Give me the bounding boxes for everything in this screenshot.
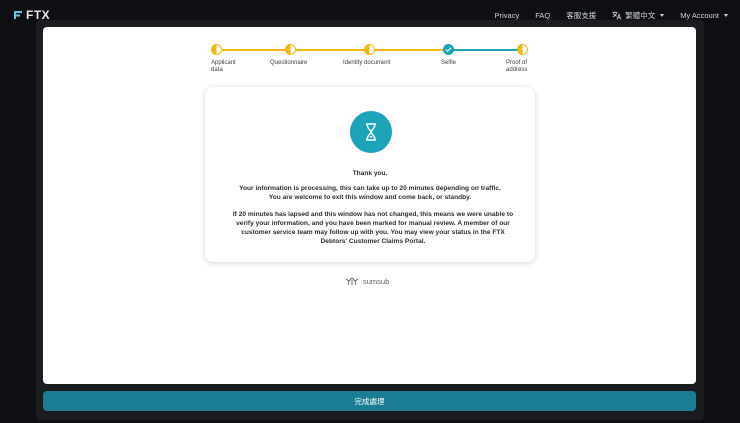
progress-line-active: [449, 49, 522, 51]
chevron-down-icon: [724, 14, 728, 17]
progress-line-pending: [217, 49, 449, 51]
checkmark-icon: [445, 47, 452, 52]
step-label-applicant-data: Applicant data: [211, 60, 236, 73]
step-label-questionnaire: Questionnaire: [270, 60, 308, 66]
status-card: Thank you. Your information is processin…: [205, 87, 535, 262]
complete-button[interactable]: 完成處理: [43, 391, 696, 411]
step-label-identity-document: Identity document: [343, 60, 391, 66]
nav-link-privacy[interactable]: Privacy: [495, 11, 520, 20]
status-message-processing: Your information is processing, this can…: [239, 185, 501, 201]
chevron-down-icon: [660, 14, 665, 17]
translate-icon: [612, 11, 622, 20]
step-indicator-questionnaire: [285, 44, 296, 55]
sumsub-logo-icon: [345, 277, 359, 286]
hourglass-icon: [366, 123, 376, 141]
ftx-logo-icon: [14, 11, 22, 19]
step-indicator-selfie: [443, 44, 454, 55]
step-indicator-identity-document: [364, 44, 375, 55]
status-title: Thank you.: [352, 170, 388, 177]
nav-link-faq[interactable]: FAQ: [535, 11, 550, 20]
step-label-proof-of-address: Proof of address: [506, 60, 528, 73]
step-indicator-proof-of-address: [517, 44, 528, 55]
verification-stepper: Applicant data Questionnaire Identity do…: [211, 44, 528, 84]
hourglass-badge: [350, 111, 392, 153]
sumsub-branding: sumsub: [345, 277, 389, 286]
status-message-manual-review: If 20 minutes has lapsed and this window…: [232, 211, 514, 245]
account-menu[interactable]: My Account: [680, 11, 728, 20]
brand-name: sumsub: [363, 277, 390, 286]
step-label-selfie: Selfie: [441, 60, 457, 66]
account-label: My Account: [680, 11, 719, 20]
verification-modal: Applicant data Questionnaire Identity do…: [43, 27, 696, 384]
step-indicator-applicant-data: [211, 44, 222, 55]
